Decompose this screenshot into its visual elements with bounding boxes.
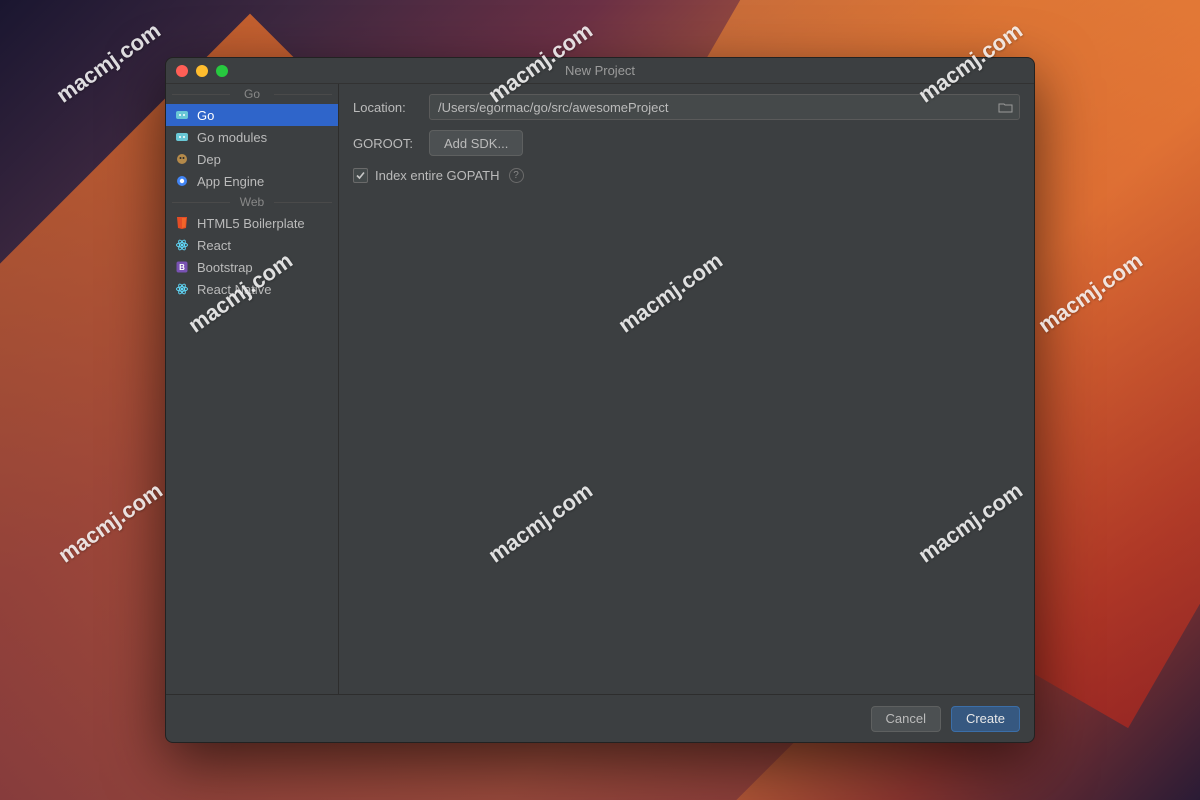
react-icon [174,281,190,297]
folder-icon [998,101,1013,114]
location-value: /Users/egormac/go/src/awesomeProject [438,100,668,115]
goroot-row: GOROOT: Add SDK... [353,130,1020,156]
add-sdk-button[interactable]: Add SDK... [429,130,523,156]
dialog-footer: Cancel Create [166,694,1034,742]
sidebar-item-label: Go modules [197,130,267,145]
sidebar-item-label: Bootstrap [197,260,253,275]
index-gopath-checkbox[interactable] [353,168,368,183]
sidebar-item-dep[interactable]: Dep [166,148,338,170]
svg-text:B: B [179,263,185,272]
sidebar-item-label: Dep [197,152,221,167]
browse-folder-button[interactable] [995,97,1015,117]
minimize-window-button[interactable] [196,65,208,77]
sidebar-item-go[interactable]: Go [166,104,338,126]
sidebar-item-label: App Engine [197,174,264,189]
maximize-window-button[interactable] [216,65,228,77]
location-input[interactable]: /Users/egormac/go/src/awesomeProject [429,94,1020,120]
dialog-body: Go Go Go modules Dep [166,84,1034,694]
window-controls [176,65,228,77]
go-icon [174,129,190,145]
main-panel: Location: /Users/egormac/go/src/awesomeP… [339,84,1034,694]
sidebar-item-react-native[interactable]: React Native [166,278,338,300]
appengine-icon [174,173,190,189]
close-window-button[interactable] [176,65,188,77]
sidebar-item-label: Go [197,108,214,123]
new-project-dialog: New Project Go Go Go modules Dep [165,57,1035,743]
sidebar-item-label: React [197,238,231,253]
check-icon [355,170,366,181]
sidebar-item-app-engine[interactable]: App Engine [166,170,338,192]
bootstrap-icon: B [174,259,190,275]
react-icon [174,237,190,253]
sidebar: Go Go Go modules Dep [166,84,339,694]
goroot-label: GOROOT: [353,136,419,151]
html5-icon [174,215,190,231]
index-gopath-row: Index entire GOPATH ? [353,168,1020,183]
sidebar-section-go: Go [166,84,338,104]
sidebar-item-label: React Native [197,282,271,297]
titlebar: New Project [166,58,1034,84]
sidebar-item-react[interactable]: React [166,234,338,256]
go-icon [174,107,190,123]
index-gopath-label: Index entire GOPATH [375,168,500,183]
dialog-title: New Project [166,63,1034,78]
sidebar-item-bootstrap[interactable]: B Bootstrap [166,256,338,278]
location-row: Location: /Users/egormac/go/src/awesomeP… [353,94,1020,120]
location-label: Location: [353,100,419,115]
dep-icon [174,151,190,167]
sidebar-item-go-modules[interactable]: Go modules [166,126,338,148]
help-icon[interactable]: ? [509,168,524,183]
sidebar-item-label: HTML5 Boilerplate [197,216,305,231]
cancel-button[interactable]: Cancel [871,706,941,732]
create-button[interactable]: Create [951,706,1020,732]
sidebar-section-web: Web [166,192,338,212]
sidebar-item-html5-boilerplate[interactable]: HTML5 Boilerplate [166,212,338,234]
